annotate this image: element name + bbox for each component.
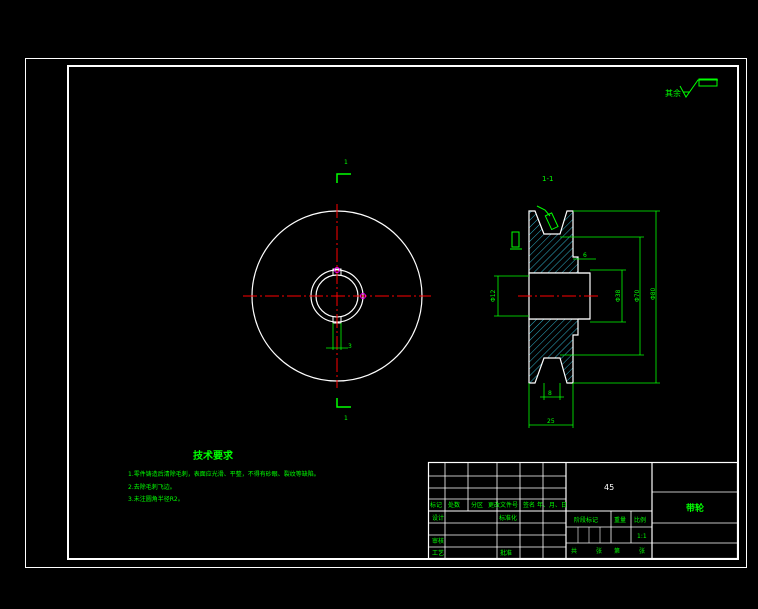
- cut-mark-bottom-label: 1: [344, 415, 348, 422]
- tb-header-3: 更改文件号: [488, 501, 518, 509]
- section-view: 1-1 Φ80 Φ70 Φ38 Φ12 6 8 25: [490, 175, 660, 428]
- tb-sheet-3: 张: [639, 547, 645, 555]
- tb-check: 审核: [432, 537, 444, 545]
- tb-sheet-1: 张: [596, 547, 602, 555]
- cut-mark-top: [336, 173, 351, 183]
- cut-mark-top-label: 1: [344, 159, 348, 166]
- tb-material: 45: [604, 483, 614, 492]
- section-label: 1-1: [542, 175, 553, 183]
- tb-scale-value: 1:1: [637, 533, 647, 540]
- tb-approve: 批准: [500, 549, 512, 557]
- key-width-dim: 3: [348, 343, 352, 350]
- tb-header-4: 签名: [523, 501, 535, 509]
- tb-part-name: 带轮: [686, 502, 704, 514]
- tb-header-1: 处数: [448, 501, 460, 509]
- tech-title: 技术要求: [193, 449, 234, 462]
- tb-standard: 标准化: [499, 514, 517, 522]
- tb-header-2: 分区: [471, 501, 483, 509]
- front-view: 3 1 1: [243, 159, 431, 422]
- title-block-text: 标记 处数 分区 更改文件号 签名 年、月、日 设计 标准化 审核 工艺 批准 …: [430, 483, 704, 557]
- section-lower-hatch: [528, 318, 579, 384]
- dim-bore-diameter: Φ12: [490, 289, 497, 302]
- tb-process: 工艺: [432, 549, 444, 557]
- dim-groove-width: 8: [548, 390, 552, 397]
- roughness-symbol: 其余: [665, 78, 718, 98]
- dim-total-width: 25: [547, 418, 555, 425]
- tb-sheet-2: 第: [614, 547, 620, 555]
- dim-outer-diameter: Φ80: [650, 287, 657, 300]
- tb-weight-label: 重量: [614, 516, 626, 524]
- tb-sheet-0: 共: [571, 547, 577, 555]
- tb-scale-label: 比例: [634, 516, 646, 524]
- section-upper-hatch: [528, 210, 579, 274]
- tb-design: 设计: [432, 514, 444, 522]
- tb-header-0: 标记: [430, 501, 442, 509]
- dim-inner-diameter: Φ38: [615, 289, 622, 302]
- tech-item-2: 2.去除毛刺飞边。: [128, 483, 176, 491]
- tech-item-1: 1.零件铸造后清除毛刺，表面应光滑、平整，不得有砂眼、裂纹等缺陷。: [128, 470, 320, 478]
- tb-stage-label: 阶段标记: [574, 516, 598, 524]
- outer-sheet-border: [25, 58, 747, 568]
- dim-hub-step: 6: [583, 252, 587, 259]
- cut-mark-bottom: [336, 398, 351, 408]
- roughness-note: 其余: [665, 88, 681, 98]
- tb-header-5: 年、月、日: [537, 501, 567, 509]
- cad-drawing-canvas: 其余 3 1 1 1-1 Φ80 Φ70 Φ38 Φ12 6 8 25 技术要求…: [25, 58, 747, 568]
- tech-item-3: 3.未注圆角半径R2。: [128, 495, 184, 503]
- dim-mid-diameter: Φ70: [634, 289, 641, 302]
- tech-requirements: 技术要求 1.零件铸造后清除毛刺，表面应光滑、平整，不得有砂眼、裂纹等缺陷。 2…: [128, 449, 320, 503]
